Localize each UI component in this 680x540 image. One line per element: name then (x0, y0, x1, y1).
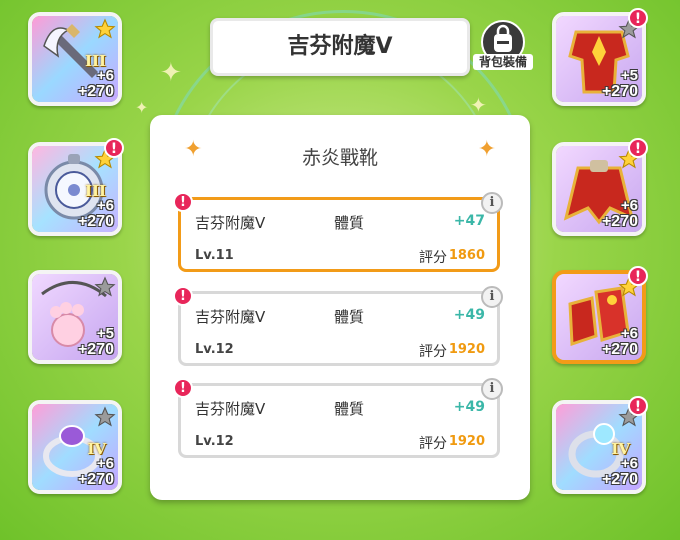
stat-bonus: +49 (453, 399, 485, 415)
info-icon[interactable]: i (481, 378, 503, 400)
refine-level: +6 (96, 197, 114, 214)
bag-button-label: 背包裝備 (473, 54, 533, 70)
enchant-panel: ✦ ✦ 赤炎戰靴 ! i 吉芬附魔Ⅴ 體質 +47 Lv.11 評分 1860 … (150, 115, 530, 500)
enchant-level: Lv.11 (195, 248, 234, 263)
score-value: 1860 (448, 248, 485, 263)
star-gray-icon (94, 276, 116, 297)
enchant-card[interactable]: ! i 吉芬附魔Ⅴ 體質 +49 Lv.12 評分 1920 (173, 286, 503, 366)
refine-level: +6 (620, 197, 638, 214)
enchant-value: +270 (601, 471, 638, 488)
star-gold-icon (94, 18, 116, 39)
enchant-value: +270 (601, 213, 638, 230)
sparkle-icon: ✦ (160, 58, 182, 88)
sparkle-icon: ✦ (135, 98, 149, 117)
info-icon[interactable]: i (481, 286, 503, 308)
refine-level: +6 (96, 455, 114, 472)
stat-bonus: +49 (453, 307, 485, 323)
sparkle-icon: ✦ (470, 93, 487, 117)
equip-slot-necklace[interactable]: +5 +270 (28, 270, 122, 364)
equip-slot-badge[interactable]: ! III +6 +270 (28, 138, 124, 236)
refine-level: +6 (620, 325, 638, 342)
equip-slot-armor[interactable]: ! +5 +270 (552, 8, 648, 106)
score-label: 評分 (419, 250, 447, 266)
enchant-name: 吉芬附魔Ⅴ (195, 400, 266, 418)
alert-badge: ! (104, 138, 124, 158)
enchant-value: +270 (77, 83, 114, 100)
enchant-name: 吉芬附魔Ⅴ (195, 214, 266, 232)
alert-badge: ! (628, 266, 648, 286)
equip-slot-boots[interactable]: ! +6 +270 (552, 266, 648, 364)
panel-title: 赤炎戰靴 (301, 147, 378, 169)
stat-name: 體質 (334, 400, 365, 418)
enchant-value: +270 (601, 341, 638, 358)
alert-badge: ! (628, 8, 648, 28)
enchant-level: Lv.12 (195, 342, 234, 357)
enchant-value: +270 (77, 213, 114, 230)
stat-name: 體質 (334, 214, 365, 232)
refine-level: +6 (620, 455, 638, 472)
alert-badge: ! (173, 378, 193, 398)
alert-badge: ! (173, 192, 193, 212)
alert-badge: ! (173, 286, 193, 306)
enchant-value: +270 (77, 471, 114, 488)
score-label: 評分 (419, 436, 447, 452)
bag-equipment-button[interactable]: 背包裝備 (473, 20, 533, 76)
enchant-value: +270 (77, 341, 114, 358)
alert-badge: ! (628, 138, 648, 158)
score-value: 1920 (448, 434, 485, 449)
refine-level: +6 (96, 67, 114, 84)
enchant-card[interactable]: ! i 吉芬附魔Ⅴ 體質 +47 Lv.11 評分 1860 (173, 192, 503, 272)
equip-slot-weapon[interactable]: III +6 +270 (28, 12, 122, 106)
page-title: 吉芬附魔Ⅴ (210, 18, 470, 76)
score-value: 1920 (448, 342, 485, 357)
star-gray-icon (94, 406, 116, 427)
enchant-level: Lv.12 (195, 434, 234, 449)
refine-level: +5 (96, 325, 114, 342)
info-icon[interactable]: i (481, 192, 503, 214)
stat-bonus: +47 (453, 213, 485, 229)
equip-slot-crystal-ring[interactable]: ! IV +6 +270 (552, 396, 648, 494)
refine-level: +5 (620, 67, 638, 84)
alert-badge: ! (628, 396, 648, 416)
equip-slot-ring[interactable]: IV +6 +270 (28, 400, 122, 494)
stat-name: 體質 (334, 308, 365, 326)
enchant-card[interactable]: ! i 吉芬附魔Ⅴ 體質 +49 Lv.12 評分 1920 (173, 378, 503, 458)
equip-slot-cape[interactable]: ! +6 +270 (552, 138, 648, 236)
enchant-name: 吉芬附魔Ⅴ (195, 308, 266, 326)
score-label: 評分 (419, 344, 447, 360)
enchant-value: +270 (601, 83, 638, 100)
